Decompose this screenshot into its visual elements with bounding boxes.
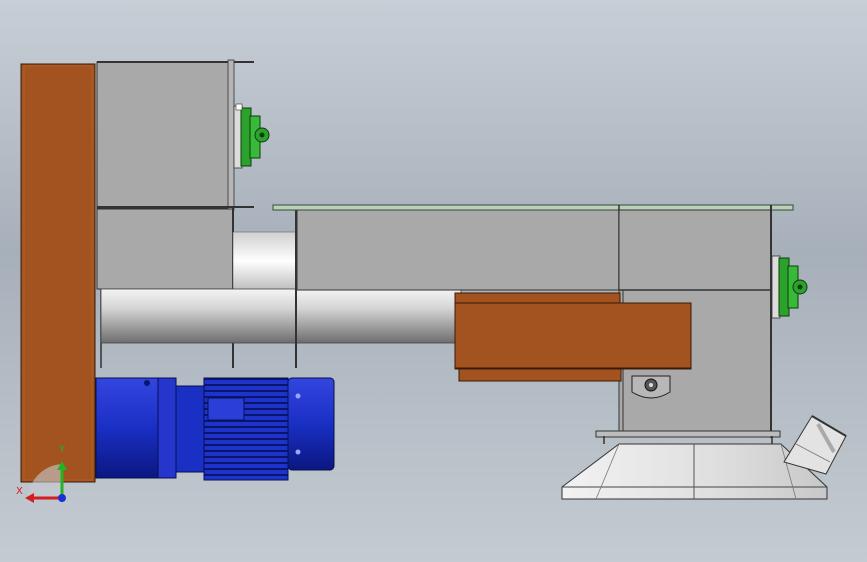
gear-motor xyxy=(95,377,335,481)
assembly-drawing xyxy=(20,59,847,503)
pivot-mount xyxy=(631,375,671,399)
axis-x-label: X xyxy=(16,486,23,497)
upper-bearing xyxy=(233,103,270,169)
right-bearing xyxy=(771,255,808,319)
lower-housing-left xyxy=(96,207,234,368)
discharge-hopper xyxy=(561,443,828,500)
frame-panel-left xyxy=(20,63,96,483)
axis-y-label: Y xyxy=(59,444,66,455)
cad-viewport[interactable]: Y X xyxy=(0,0,867,562)
shaft-coupling xyxy=(232,231,298,291)
support-bracket xyxy=(454,292,692,382)
upper-housing xyxy=(96,59,254,211)
